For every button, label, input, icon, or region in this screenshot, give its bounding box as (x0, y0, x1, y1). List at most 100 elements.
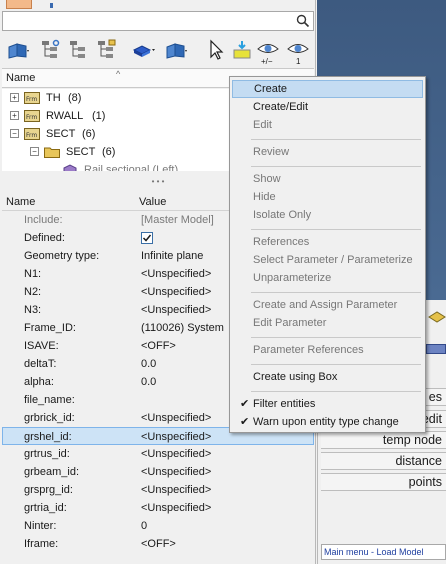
prop-name: alpha: (24, 376, 54, 388)
panel-button-distance[interactable]: distance (321, 452, 446, 470)
prop-name: Geometry type: (24, 250, 100, 262)
prop-name: grsprg_id: (24, 484, 73, 496)
menu-item-label: Warn upon entity type change (253, 416, 399, 428)
expand-icon[interactable]: + (10, 93, 19, 102)
menu-item-unparameterize[interactable]: Unparameterize (232, 269, 423, 287)
menu-item-edit[interactable]: Edit (232, 116, 423, 134)
menu-separator (251, 337, 421, 338)
card-folder-icon: Frm (24, 110, 40, 122)
browser-toolbar: +/− 1 (2, 34, 314, 66)
prop-name: N1: (24, 268, 42, 280)
tree-item-count: (6) (102, 146, 116, 158)
tree-item-count: (6) (82, 128, 96, 140)
collapse-icon[interactable]: − (10, 129, 19, 138)
prop-row-grbeam-id[interactable]: grbeam_id: <Unspecified> (2, 463, 314, 481)
menu-item-create-using-box[interactable]: Create using Box (232, 368, 423, 386)
assembly-icon[interactable] (164, 38, 188, 62)
prop-name-column[interactable]: Name (6, 196, 35, 208)
menu-separator (251, 139, 421, 140)
prop-row-grtrus-id[interactable]: grtrus_id: <Unspecified> (2, 445, 314, 463)
prop-name: Defined: (24, 232, 65, 244)
tree-item-label: SECT (46, 128, 76, 140)
svg-text:Frm: Frm (26, 114, 37, 121)
tree-view-icon[interactable] (38, 38, 62, 62)
folder-icon (44, 146, 60, 158)
panel-icon[interactable] (428, 308, 446, 326)
browser-tab[interactable] (6, 0, 32, 9)
menu-item-show[interactable]: Show (232, 170, 423, 188)
menu-item-hide[interactable]: Hide (232, 188, 423, 206)
tree-item-label: TH (46, 92, 61, 104)
prop-value: <Unspecified> (141, 304, 212, 316)
prop-value: <Unspecified> (141, 268, 212, 280)
tree-item-count: (1) (92, 110, 106, 122)
prop-value: 0.0 (141, 358, 157, 370)
menu-item-edit-parameter[interactable]: Edit Parameter (232, 314, 423, 332)
prop-name: grshel_id: (24, 431, 72, 443)
panel-toggle-icon[interactable] (426, 344, 446, 354)
prop-name: Ninter: (24, 520, 57, 532)
entity-filter-icon[interactable] (132, 38, 156, 62)
prop-row-ninter[interactable]: Ninter: 0 (2, 517, 314, 535)
prop-name: ISAVE: (24, 340, 59, 352)
small-tab-icon[interactable] (48, 0, 56, 8)
search-input[interactable] (2, 11, 314, 31)
collapse-icon[interactable]: − (30, 147, 39, 156)
prop-value: <Unspecified> (141, 412, 212, 424)
search-icon[interactable] (296, 14, 310, 28)
sort-caret-icon: ^ (116, 69, 121, 79)
prop-row-grtria-id[interactable]: grtria_id: <Unspecified> (2, 499, 314, 517)
menu-item-review[interactable]: Review (232, 143, 423, 161)
menu-separator (251, 166, 421, 167)
panel-button-temp-node[interactable]: temp node (321, 431, 446, 449)
menu-item-references[interactable]: References (232, 233, 423, 251)
show-hide-icon[interactable]: +/− (256, 38, 280, 66)
menu-item-create-edit[interactable]: Create/Edit (232, 98, 423, 116)
prop-value: <Unspecified> (141, 484, 212, 496)
prop-name: N2: (24, 286, 42, 298)
menu-item-isolate-only[interactable]: Isolate Only (232, 206, 423, 224)
prop-value-column[interactable]: Value (139, 196, 166, 208)
prop-name: N3: (24, 304, 42, 316)
menu-item-parameter-references[interactable]: Parameter References (232, 341, 423, 359)
prop-value: [Master Model] (141, 214, 214, 226)
prop-name: grbeam_id: (24, 466, 80, 478)
menu-item-filter-entities[interactable]: ✔ Filter entities (232, 395, 423, 413)
tree-item-label: SECT (66, 146, 96, 158)
menu-separator (251, 364, 421, 365)
prop-value[interactable]: <Unspecified> (141, 428, 211, 446)
prop-value: <Unspecified> (141, 502, 212, 514)
prop-row-iframe[interactable]: Iframe: <OFF> (2, 535, 314, 553)
section-icon (62, 164, 78, 171)
prop-name: grtria_id: (24, 502, 67, 514)
prop-value: 0 (141, 520, 148, 532)
menu-item-create-assign-parameter[interactable]: Create and Assign Parameter (232, 296, 423, 314)
menu-item-create[interactable]: Create (232, 80, 423, 98)
select-cursor-icon[interactable] (205, 38, 229, 62)
prop-name: deltaT: (24, 358, 57, 370)
prop-value: <Unspecified> (141, 286, 212, 298)
tree-name-column[interactable]: Name (6, 72, 35, 84)
menu-separator (251, 391, 421, 392)
flat-view-icon[interactable] (66, 38, 90, 62)
context-menu: Create Create/Edit Edit Review Show Hide… (229, 76, 426, 433)
card-folder-icon: Frm (24, 128, 40, 140)
panel-button-points[interactable]: points (321, 473, 446, 491)
include-view-icon[interactable] (94, 38, 118, 62)
menu-item-warn-entity-type-change[interactable]: ✔ Warn upon entity type change (232, 413, 423, 431)
one-label: 1 (296, 57, 301, 66)
expand-icon[interactable]: + (10, 111, 19, 120)
prop-value: <OFF> (141, 340, 176, 352)
prop-name: Include: (24, 214, 63, 226)
prop-name: grtrus_id: (24, 448, 70, 460)
highlight-icon[interactable] (230, 38, 254, 62)
component-view-icon[interactable] (6, 38, 30, 62)
defined-checkbox[interactable] (141, 232, 153, 244)
menu-separator (251, 229, 421, 230)
isolate-icon[interactable]: 1 (286, 38, 310, 66)
prop-row-grsprg-id[interactable]: grsprg_id: <Unspecified> (2, 481, 314, 499)
card-folder-icon: Frm (24, 92, 40, 104)
menu-item-select-parameter[interactable]: Select Parameter / Parameterize (232, 251, 423, 269)
prop-name: file_name: (24, 394, 75, 406)
tree-item-label: RWALL (46, 110, 84, 122)
